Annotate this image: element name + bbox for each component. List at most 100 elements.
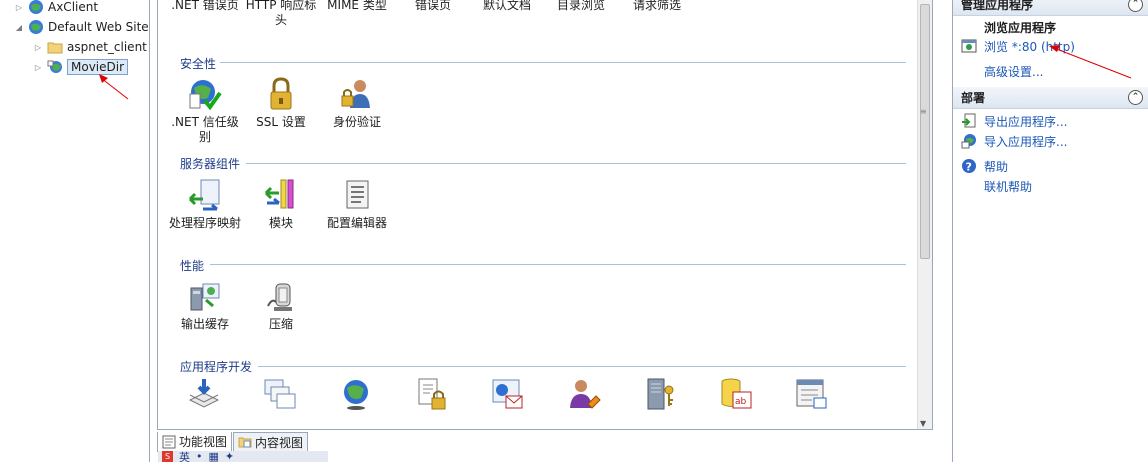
output-caching-icon [190,283,220,311]
feature-label: MIME 类型 [327,0,387,12]
feature-label: 请求筛选 [632,0,681,12]
collapse-section-icon[interactable]: ⌃ [1128,0,1143,12]
browse-application-heading: 浏览应用程序 [984,21,1057,35]
form-settings-icon[interactable] [794,376,830,412]
group-title-application-development: 应用程序开发 [180,360,253,374]
feature-authentication[interactable]: 身份验证 [320,76,394,130]
features-view-panel: .NET 错误页 HTTP 响应标头 MIME 类型 错误页 默认文档 目录浏览… [157,0,933,430]
import-application-link[interactable]: 导入应用程序... [961,132,1067,150]
feature-directory-browsing[interactable]: 目录浏览 [544,0,618,13]
import-icon [961,134,976,149]
feature-label: 错误页 [414,0,451,12]
feature-label: 身份验证 [332,115,381,129]
tree-node-axclient[interactable]: ▷ AxClient [14,0,98,17]
database-text-icon[interactable]: ab [718,376,754,412]
web-mail-icon[interactable] [490,376,526,412]
feature-label: 配置编辑器 [326,216,387,230]
group-title-security: 安全性 [180,57,217,71]
export-icon [962,113,976,128]
feature-label: .NET 错误页 [171,0,239,12]
export-application-link[interactable]: 导出应用程序... [961,112,1067,130]
server-key-icon[interactable] [642,376,678,412]
tab-features-view[interactable]: 功能视图 [157,432,233,452]
feature-error-pages[interactable]: 错误页 [396,0,470,13]
feature-net-error-pages[interactable]: .NET 错误页 [168,0,242,13]
tab-label: 功能视图 [179,435,228,449]
tree-node-default-web-site[interactable]: ◢ Default Web Site [14,17,149,37]
expand-icon[interactable]: ▷ [33,63,43,72]
feature-default-document[interactable]: 默认文档 [470,0,544,13]
globe-check-icon [189,80,222,111]
collapse-section-icon[interactable]: ⌃ [1128,90,1143,105]
globe-icon[interactable] [338,376,374,412]
group-title-performance: 性能 [180,259,205,273]
ime-keyboard-icon: ▦ [208,451,219,462]
feature-configuration-editor[interactable]: 配置编辑器 [320,177,394,231]
browse-port-80-link[interactable]: 浏览 *:80 (http) [961,37,1075,55]
ime-punctuation-icon: • [196,451,203,462]
group-divider [258,366,906,367]
folder-icon [47,42,63,54]
handler-mappings-icon [188,179,220,211]
feature-request-filtering[interactable]: 请求筛选 [620,0,694,13]
feature-handler-mappings[interactable]: 处理程序映射 [168,177,242,231]
feature-mime-types[interactable]: MIME 类型 [320,0,394,13]
section-title: 部署 [961,91,986,105]
feature-ssl-settings[interactable]: SSL 设置 [244,76,318,130]
actions-pane: 管理应用程序 ⌃ 浏览应用程序 浏览 *:80 (http) 高级设置... 部… [952,0,1148,462]
tab-content-view[interactable]: 内容视图 [233,432,309,452]
tree-node-moviedir[interactable]: ▷ MovieDir [33,57,129,77]
help-link[interactable]: ? 帮助 [961,157,1008,175]
action-label: 浏览 *:80 (http) [984,39,1075,54]
feature-net-trust-levels[interactable]: .NET 信任级别 [168,76,242,145]
scrollbar-thumb[interactable] [920,4,930,259]
windows-stack-icon[interactable] [262,376,298,412]
vertical-scrollbar[interactable]: ≡ ▼ [917,0,932,429]
section-title: 管理应用程序 [961,0,1034,12]
tree-node-label: aspnet_client [67,40,147,54]
expand-icon[interactable]: ▷ [33,43,43,52]
modules-icon [264,179,294,209]
globe-icon [29,20,43,34]
ime-language-label: 英 [179,451,190,462]
svg-text:?: ? [966,161,972,174]
content-view-icon [238,437,252,448]
feature-label: 处理程序映射 [168,216,241,230]
action-label: 高级设置... [984,64,1044,79]
advanced-settings-link[interactable]: 高级设置... [961,62,1043,80]
padlock-icon [270,77,292,110]
online-help-link[interactable]: 联机帮助 [961,177,1032,195]
action-label: 导入应用程序... [984,134,1068,149]
action-label: 导出应用程序... [984,114,1068,129]
compression-vise-icon [267,283,292,311]
tree-node-label: Default Web Site [48,20,149,34]
tree-node-aspnet-client[interactable]: ▷ aspnet_client [33,37,147,57]
layered-download-icon[interactable] [186,376,222,412]
connections-tree[interactable]: ▷ AxClient ◢ Default Web Site ▷ aspnet_c… [0,0,150,462]
document-lock-icon[interactable] [414,376,450,412]
section-deploy[interactable]: 部署 ⌃ [953,87,1148,109]
features-view-icon [162,435,176,448]
feature-output-caching[interactable]: 输出缓存 [168,278,242,332]
help-icon: ? [962,159,976,174]
feature-compression[interactable]: 压缩 [244,278,318,332]
scrollbar-grip-icon: ≡ [920,107,927,116]
group-divider [210,264,906,265]
scroll-down-arrow-icon[interactable]: ▼ [920,419,926,428]
ime-toolbar[interactable]: S 英 • ▦ ✦ [158,451,328,462]
action-label: 联机帮助 [984,179,1033,194]
svg-text:ab: ab [735,397,747,407]
feature-http-response-headers[interactable]: HTTP 响应标头 [244,0,318,28]
section-manage-application[interactable]: 管理应用程序 ⌃ [953,0,1148,16]
expand-icon[interactable]: ▷ [14,3,24,12]
feature-label: SSL 设置 [256,115,306,129]
feature-label: 输出缓存 [180,317,229,331]
user-edit-icon[interactable] [566,376,602,412]
collapse-icon[interactable]: ◢ [14,23,24,32]
feature-label: 目录浏览 [556,0,605,12]
group-title-server-components: 服务器组件 [180,157,241,171]
feature-label: 默认文档 [482,0,531,12]
feature-modules[interactable]: 模块 [244,177,318,231]
feature-label: 压缩 [268,317,293,331]
ime-settings-icon: ✦ [224,451,235,462]
